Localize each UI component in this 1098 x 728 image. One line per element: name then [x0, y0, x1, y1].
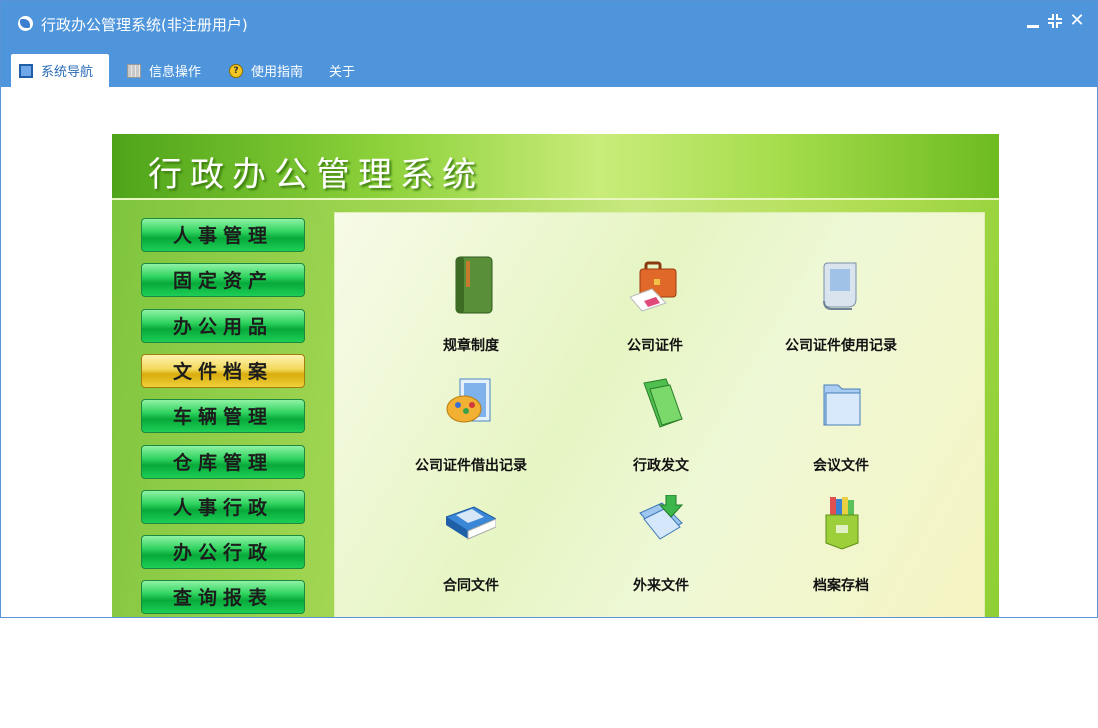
tile-label: 公司证件使用记录: [785, 338, 897, 354]
menu-about[interactable]: 关于: [321, 54, 363, 87]
tile-label: 公司证件: [627, 338, 683, 354]
restore-button[interactable]: [1047, 13, 1063, 29]
contract-book-icon: [446, 506, 496, 540]
tile-admin-dispatch[interactable]: 行政发文: [571, 375, 751, 475]
palette-document-icon: [446, 378, 491, 423]
menu-label: 使用指南: [251, 65, 304, 80]
menu-label: 系统导航: [41, 65, 94, 80]
archive-box-icon: [825, 497, 859, 550]
nav-query-reports[interactable]: 查询报表: [141, 580, 305, 614]
nav-vehicle-management[interactable]: 车辆管理: [141, 399, 305, 433]
menu-label: 关于: [329, 65, 356, 80]
tile-label: 外来文件: [633, 578, 689, 594]
menu-info-ops[interactable]: 信息操作: [119, 54, 209, 87]
restore-icon: [1048, 14, 1062, 28]
grid-icon: [127, 63, 141, 78]
tile-contract-files[interactable]: 合同文件: [381, 495, 561, 595]
tile-archive-storage[interactable]: 档案存档: [751, 495, 931, 595]
document-scroll-icon: [823, 262, 857, 310]
tile-label: 会议文件: [813, 458, 869, 474]
help-icon: ?: [229, 63, 243, 78]
tile-label: 公司证件借出记录: [415, 458, 527, 474]
content-area: 规章制度 公司证件 公司证件使用记录 公司证件借出记录 行政发文 会议文件 合同…: [334, 212, 985, 617]
menu-bar: 系统导航 信息操作 ? 使用指南 关于: [1, 45, 1097, 87]
blue-folder-icon: [823, 384, 861, 426]
nav-office-admin[interactable]: 办公行政: [141, 535, 305, 569]
tile-cert-usage-record[interactable]: 公司证件使用记录: [751, 255, 931, 355]
menu-user-guide[interactable]: ? 使用指南: [221, 54, 311, 87]
app-window: 行政办公管理系统(非注册用户) ✕ 系统导航 信息操作 ? 使用指南 关于 行政…: [0, 0, 1098, 618]
tile-incoming-files[interactable]: 外来文件: [571, 495, 751, 595]
monitor-icon: [19, 63, 33, 78]
incoming-file-icon: [639, 495, 684, 540]
nav-hr-management[interactable]: 人事管理: [141, 218, 305, 252]
nav-hr-admin[interactable]: 人事行政: [141, 490, 305, 524]
tile-label: 行政发文: [633, 458, 689, 474]
nav-file-archives[interactable]: 文件档案: [141, 354, 305, 388]
tile-label: 档案存档: [813, 578, 869, 594]
tile-meeting-files[interactable]: 会议文件: [751, 375, 931, 475]
nav-fixed-assets[interactable]: 固定资产: [141, 263, 305, 297]
tile-label: 合同文件: [443, 578, 499, 594]
briefcase-icon: [630, 261, 677, 312]
close-button[interactable]: ✕: [1069, 12, 1085, 30]
nav-office-supplies[interactable]: 办公用品: [141, 309, 305, 343]
title-bar[interactable]: 行政办公管理系统(非注册用户) ✕: [1, 1, 1097, 45]
menu-label: 信息操作: [149, 65, 202, 80]
nav-warehouse-management[interactable]: 仓库管理: [141, 445, 305, 479]
menu-system-nav[interactable]: 系统导航: [11, 54, 109, 87]
tile-rules[interactable]: 规章制度: [381, 255, 561, 355]
tile-company-cert[interactable]: 公司证件: [565, 255, 745, 355]
tile-label: 规章制度: [443, 338, 499, 354]
minimize-button[interactable]: [1025, 13, 1041, 29]
rules-book-icon: [455, 256, 493, 314]
window-title: 行政办公管理系统(非注册用户): [41, 16, 248, 34]
panel-header: 行政办公管理系统: [112, 134, 999, 200]
main-panel: 行政办公管理系统 人事管理 固定资产 办公用品 文件档案 车辆管理 仓库管理 人…: [112, 134, 999, 617]
panel-title: 行政办公管理系统: [148, 155, 484, 195]
tile-cert-loan-record[interactable]: 公司证件借出记录: [381, 375, 561, 475]
app-logo-icon: [18, 16, 33, 31]
green-folder-icon: [643, 378, 683, 428]
